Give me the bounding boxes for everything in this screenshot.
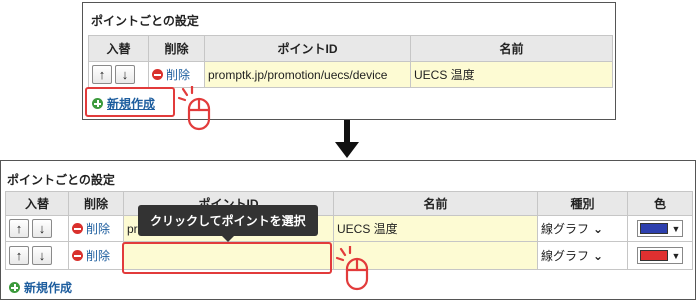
move-up-button[interactable]: ↑ xyxy=(9,246,29,265)
col-name: 名前 xyxy=(410,35,613,62)
col-point-id: ポイントID xyxy=(204,35,411,62)
col-delete: 削除 xyxy=(68,191,124,216)
color-swatch xyxy=(639,250,668,261)
color-swatch xyxy=(639,223,668,234)
tooltip: クリックしてポイントを選択 xyxy=(138,205,318,242)
move-down-button[interactable]: ↓ xyxy=(115,65,135,84)
minus-circle-icon xyxy=(152,69,163,80)
dropdown-arrow-icon: ▼ xyxy=(671,250,681,261)
minus-circle-icon xyxy=(72,223,83,234)
table-row: ↑↓ 削除 promptk.jp/promotion/uecs/device U… xyxy=(88,61,613,88)
delete-row-button[interactable]: 削除 xyxy=(152,66,190,83)
col-swap: 入替 xyxy=(88,35,149,62)
col-color: 色 xyxy=(627,191,693,216)
kind-select[interactable]: 線グラフ ⌄ xyxy=(541,220,603,237)
minus-circle-icon xyxy=(72,250,83,261)
col-delete: 削除 xyxy=(148,35,205,62)
col-name: 名前 xyxy=(333,191,538,216)
top-settings-panel: ポイントごとの設定 入替 削除 ポイントID 名前 ↑ ↓ 削除 promptk.… xyxy=(82,2,616,120)
name-cell[interactable]: UECS 温度 xyxy=(410,61,613,88)
col-kind: 種別 xyxy=(537,191,628,216)
top-panel-title: ポイントごとの設定 xyxy=(91,14,199,28)
arrow-down-icon xyxy=(335,120,359,158)
move-down-button[interactable]: ↓ xyxy=(32,219,52,238)
move-up-button[interactable]: ↑ xyxy=(9,219,29,238)
color-picker[interactable]: ▼ xyxy=(636,247,684,264)
move-down-button[interactable]: ↓ xyxy=(32,246,52,265)
color-picker[interactable]: ▼ xyxy=(636,220,684,237)
plus-circle-icon xyxy=(9,282,20,293)
move-up-button[interactable]: ↑ xyxy=(92,65,112,84)
chevron-down-icon: ⌄ xyxy=(593,248,604,263)
top-points-table: 入替 削除 ポイントID 名前 ↑ ↓ 削除 promptk.jp/promoti… xyxy=(88,35,613,88)
dropdown-arrow-icon: ▼ xyxy=(671,223,681,234)
name-cell[interactable]: UECS 温度 xyxy=(333,215,538,242)
kind-select[interactable]: 線グラフ ⌄ xyxy=(541,247,603,264)
table-row: ↑↓ 削除 promptk.jp/promotion/uecs/device U… xyxy=(5,215,693,242)
point-id-cell[interactable]: promptk.jp/promotion/uecs/device xyxy=(204,61,411,88)
bottom-panel-title: ポイントごとの設定 xyxy=(7,173,115,187)
delete-row-button[interactable]: 削除 xyxy=(72,220,110,237)
mouse-click-icon xyxy=(177,86,211,131)
delete-row-button[interactable]: 削除 xyxy=(72,247,110,264)
point-id-highlight xyxy=(122,242,332,274)
add-new-button[interactable]: 新規作成 xyxy=(92,95,155,112)
col-swap: 入替 xyxy=(5,191,69,216)
mouse-click-icon xyxy=(335,246,369,291)
add-new-button[interactable]: 新規作成 xyxy=(9,279,72,296)
plus-circle-icon xyxy=(92,98,103,109)
chevron-down-icon: ⌄ xyxy=(593,221,604,236)
